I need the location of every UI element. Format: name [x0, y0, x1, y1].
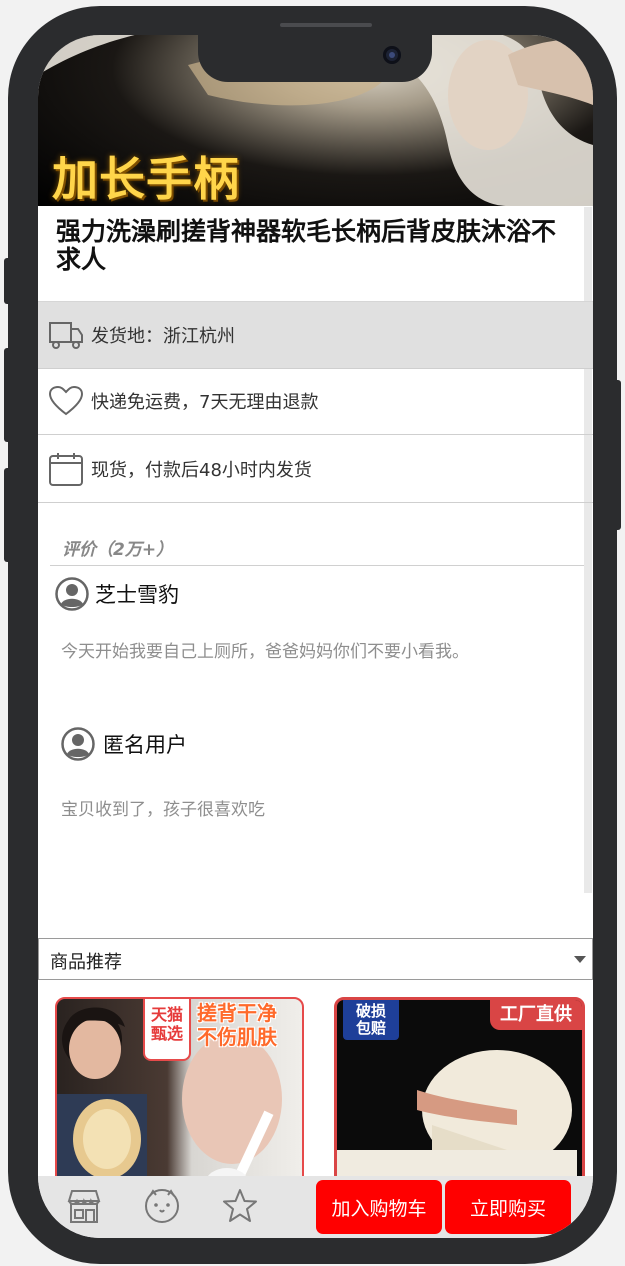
- shipping-origin-text: 发货地：浙江杭州: [91, 326, 235, 347]
- front-camera: [383, 46, 401, 64]
- buy-now-button[interactable]: 立即购买: [445, 1180, 571, 1234]
- info-row-delivery-time: 现货，付款后48小时内发货: [38, 436, 593, 503]
- recommend-select[interactable]: 商品推荐: [38, 938, 593, 980]
- badge-slogan: 搓背干净 不伤肌肤: [197, 1001, 277, 1049]
- reviews-divider: [50, 565, 584, 566]
- volume-down-button: [4, 468, 12, 562]
- mute-switch: [4, 258, 12, 304]
- review-username: 匿名用户: [103, 733, 187, 757]
- free-shipping-text: 快递免运费，7天无理由退款: [91, 392, 319, 413]
- review-text-2: 宝贝收到了，孩子很喜欢吃: [61, 800, 265, 820]
- reviews-heading: 评价（2万+）: [62, 540, 174, 560]
- chevron-down-icon: [574, 956, 586, 963]
- recommended-product-card[interactable]: 天猫 甄选 搓背干净 不伤肌肤: [55, 997, 304, 1201]
- hero-overlay-text: 加长手柄: [52, 152, 240, 206]
- review-user-1: 芝士雪豹: [55, 577, 179, 611]
- review-user-2: 匿名用户: [61, 727, 187, 761]
- add-to-cart-button[interactable]: 加入购物车: [316, 1180, 442, 1234]
- truck-icon: [49, 318, 83, 352]
- avatar-icon: [61, 727, 95, 761]
- info-row-shipping-origin: 发货地：浙江杭州: [38, 301, 593, 369]
- review-username: 芝士雪豹: [95, 583, 179, 607]
- bottom-action-bar: 加入购物车 立即购买: [38, 1176, 593, 1238]
- customer-service-icon[interactable]: [142, 1186, 182, 1226]
- speaker-grille: [280, 23, 372, 27]
- badge-factory-direct: 工厂直供: [490, 1000, 582, 1030]
- avatar-icon: [55, 577, 89, 611]
- notch: [198, 35, 432, 82]
- power-button: [613, 380, 621, 530]
- badge-damage-guarantee: 破损 包赔: [343, 1000, 399, 1040]
- recommended-product-card[interactable]: 破损 包赔 工厂直供: [334, 997, 585, 1203]
- screen: 加长手柄 强力洗澡刷搓背神器软毛长柄后背皮肤沐浴不求人 发货地：浙江杭州 快递免…: [38, 35, 593, 1238]
- store-icon[interactable]: [64, 1186, 104, 1226]
- delivery-time-text: 现货，付款后48小时内发货: [91, 460, 312, 481]
- info-row-free-shipping: 快递免运费，7天无理由退款: [38, 368, 593, 435]
- product-title: 强力洗澡刷搓背神器软毛长柄后背皮肤沐浴不求人: [56, 217, 557, 274]
- star-favorite-icon[interactable]: [220, 1186, 260, 1226]
- heart-icon: [49, 384, 83, 418]
- review-text-1: 今天开始我要自己上厕所，爸爸妈妈你们不要小看我。: [61, 642, 469, 662]
- calendar-icon: [49, 452, 83, 486]
- volume-up-button: [4, 348, 12, 442]
- recommend-select-value: 商品推荐: [50, 952, 122, 973]
- badge-tmall: 天猫 甄选: [143, 999, 191, 1061]
